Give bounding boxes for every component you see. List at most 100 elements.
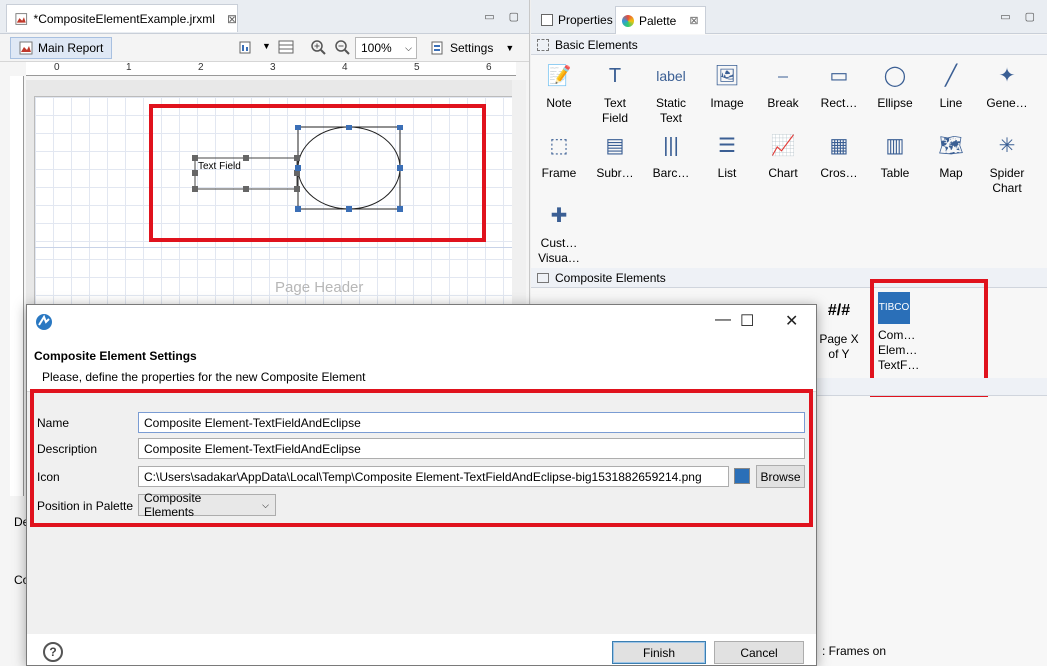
palette-item-chart[interactable]: 📈 Chart [755,130,811,181]
page-x-of-y-icon: #/# [827,302,851,319]
editor-tab[interactable]: *CompositeElementExample.jrxml ⊠ [6,4,238,32]
palette-item-generic[interactable]: ✦ Gene… [979,60,1035,111]
tab-properties[interactable]: Properties [535,6,619,34]
palette-item-frame[interactable]: ⬚ Frame [531,130,587,181]
properties-icon [541,14,553,26]
palette-item-static-text[interactable]: label Static Text [643,60,699,126]
dialog-titlebar: — ☐ ✕ [27,305,816,337]
minimize-icon[interactable]: ▭ [1000,10,1010,23]
break-icon: ⎯ [778,65,788,87]
group-label: Basic Elements [555,37,638,52]
palette-item-page-x-of-y[interactable]: #/# Page X of Y [811,296,867,362]
palette-item-crosstab[interactable]: ▦ Cros… [811,130,867,181]
zoom-select[interactable]: 100% ⌵ [355,37,417,59]
highlight-box [30,389,813,527]
maximize-icon[interactable]: ▢ [1025,10,1035,23]
ruler-mark: 6 [486,62,492,73]
tab-label: Palette [639,13,677,28]
dialog-subtitle: Please, define the properties for the ne… [42,370,366,384]
palette-item-label: Gene… [986,96,1028,110]
chevron-down-icon[interactable]: ▼ [262,41,271,51]
layout-icon[interactable] [278,39,294,55]
maximize-icon[interactable]: ☐ [740,311,754,331]
ruler-mark: 0 [54,62,60,73]
group-label: Composite Elements [555,270,666,285]
tab-palette[interactable]: Palette ⊠ [615,6,706,34]
palette-item-table[interactable]: ▥ Table [867,130,923,181]
cancel-button[interactable]: Cancel [714,641,804,664]
palette-item-map[interactable]: 🗺 Map [923,130,979,181]
palette-item-line[interactable]: ╱ Line [923,60,979,111]
settings-button[interactable]: Settings ▼ [430,37,514,59]
minimize-icon[interactable]: — [715,311,731,329]
palette-item-custom-visual[interactable]: ✚ Cust… Visua… [531,200,587,266]
frame-icon: ⬚ [549,135,569,157]
palette-item-rectangle[interactable]: ▭ Rect… [811,60,867,111]
close-icon[interactable]: ⊠ [227,12,237,26]
image-icon: 🖼 [714,65,740,87]
palette-item-image[interactable]: 🖼 Image [699,60,755,111]
zoom-in-icon[interactable] [310,39,326,55]
vertical-ruler [10,76,24,496]
text-field-icon: T [608,65,622,87]
subreport-icon: ▤ [605,135,625,157]
ruler-mark: 3 [270,62,276,73]
palette-item-label: Image [710,96,744,110]
palette-item-ellipse[interactable]: ◯ Ellipse [867,60,923,111]
zoom-out-icon[interactable] [334,39,350,55]
main-report-label: Main Report [38,41,104,55]
palette-item-label: Barc… [652,166,690,180]
palette-item-label: Cust… Visua… [538,236,580,265]
palette-item-label: Break [767,96,799,110]
basic-elements-group[interactable]: Basic Elements [531,35,1047,55]
group-icon [537,272,549,283]
ellipse-icon: ◯ [883,65,907,87]
custom-visual-icon: ✚ [550,205,568,227]
palette-item-note[interactable]: 📝 Note [531,60,587,111]
palette-item-text-field[interactable]: T Text Field [587,60,643,126]
palette-icon [622,14,634,27]
dataset-icon[interactable] [238,39,254,55]
list-icon: ☰ [718,135,736,157]
crosstab-icon: ▦ [829,135,849,157]
palette-item-barcode[interactable]: ||| Barc… [643,130,699,181]
page-header-band-label: Page Header [275,279,364,296]
note-icon: 📝 [546,65,572,87]
palette-item-label: Spider Chart [989,166,1025,195]
ruler-mark: 2 [198,62,204,73]
palette-item-spider-chart[interactable]: ✳ Spider Chart [979,130,1035,196]
minimize-icon[interactable]: ▭ [484,10,494,23]
close-icon[interactable]: ⊠ [689,14,698,27]
ruler-mark: 1 [126,62,132,73]
finish-label: Finish [642,645,675,660]
generic-icon: ✦ [998,65,1016,87]
palette-item-label: Frame [541,166,577,180]
ruler-mark: 5 [414,62,420,73]
chevron-down-icon: ⌵ [405,42,412,53]
group-icon [537,38,549,51]
palette-item-label: Map [939,166,963,180]
palette-item-subreport[interactable]: ▤ Subr… [587,130,643,181]
editor-window-controls: ▭ ▢ [484,10,519,23]
dialog-heading: Composite Element Settings [34,349,197,363]
help-icon[interactable]: ? [43,642,63,662]
palette-item-break[interactable]: ⎯ Break [755,60,811,111]
settings-icon [431,41,443,55]
palette-tab-bar: Properties Palette ⊠ ▭ ▢ [531,0,1047,34]
palette-item-label: Static Text [655,96,686,125]
map-icon: 🗺 [938,135,964,157]
cancel-label: Cancel [740,645,778,660]
palette-item-list[interactable]: ☰ List [699,130,755,181]
chevron-down-icon: ▼ [505,43,515,53]
rectangle-icon: ▭ [829,65,849,87]
finish-button[interactable]: Finish [612,641,706,664]
dialog-header: Composite Element Settings Please, defin… [27,337,816,391]
highlight-box [149,104,486,242]
close-icon[interactable]: ✕ [785,311,798,331]
barcode-icon: ||| [663,135,679,157]
main-report-button[interactable]: Main Report [10,37,113,59]
spider-chart-icon: ✳ [998,135,1016,157]
palette-item-label: Page X of Y [819,332,859,361]
maximize-icon[interactable]: ▢ [509,10,519,23]
palette-item-label: Cros… [820,166,858,180]
